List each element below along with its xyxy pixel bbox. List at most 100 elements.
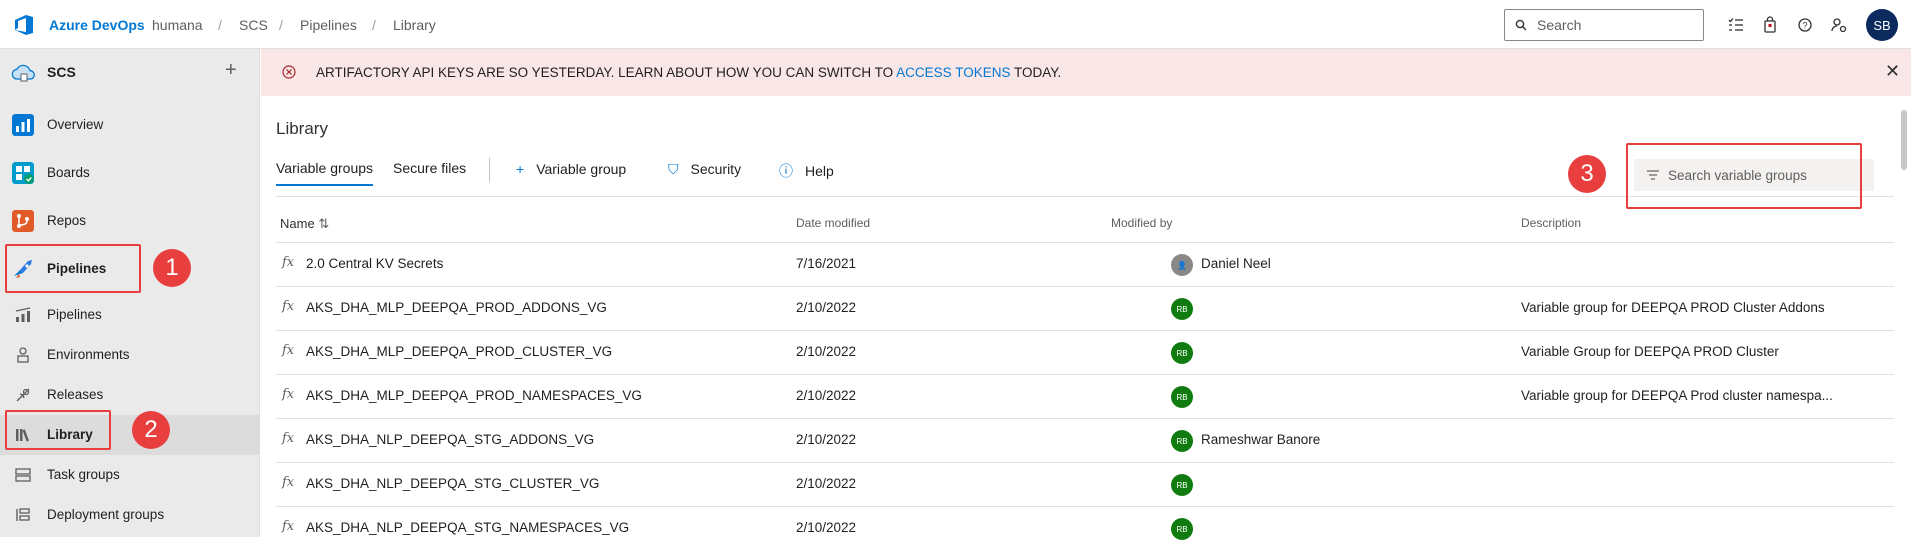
brand-link[interactable]: Azure DevOps — [49, 17, 145, 33]
search-icon — [1515, 19, 1527, 31]
breadcrumb-section[interactable]: Pipelines — [300, 17, 357, 33]
row-name[interactable]: 2.0 Central KV Secrets — [306, 256, 443, 271]
sidebar-item-label: Releases — [47, 387, 104, 402]
table-row[interactable]: fx AKS_DHA_MLP_DEEPQA_PROD_CLUSTER_VG 2/10… — [276, 330, 1894, 374]
sort-icon: ⇅ — [318, 216, 330, 231]
column-header-modified-by[interactable]: Modified by — [1111, 216, 1172, 230]
sidebar-item-label: Task groups — [47, 467, 120, 482]
help-button[interactable]: ⓘ Help — [779, 161, 834, 181]
sidebar-item-label: Deployment groups — [47, 507, 165, 522]
callout-number-2: 2 — [132, 411, 170, 449]
table-row[interactable]: fx 2.0 Central KV Secrets 7/16/2021 👤 Daniel… — [276, 242, 1894, 286]
project-name: SCS — [47, 64, 76, 80]
close-icon[interactable]: ✕ — [1885, 61, 1900, 82]
plus-icon: + — [516, 161, 525, 177]
help-label: Help — [805, 163, 834, 179]
task-list-icon[interactable] — [1726, 15, 1746, 35]
callout-box-pipelines — [5, 244, 141, 293]
sidebar-item-label: Environments — [47, 347, 130, 362]
person-avatar-icon: 👤 — [1171, 254, 1193, 276]
svg-text:?: ? — [1802, 21, 1807, 31]
callout-box-search — [1626, 143, 1862, 209]
row-date: 2/10/2022 — [796, 388, 857, 403]
announcement-banner: ARTIFACTORY API KEYS ARE SO YESTERDAY. L… — [261, 49, 1911, 96]
global-search-placeholder: Search — [1537, 17, 1582, 33]
sidebar-item-label: Overview — [47, 117, 104, 132]
table-row[interactable]: fx AKS_DHA_NLP_DEEPQA_STG_NAMESPACES_VG 2/… — [276, 506, 1894, 550]
error-circle-icon — [282, 65, 296, 79]
modified-by-avatar: RB — [1171, 430, 1193, 452]
project-header[interactable]: SCS + — [0, 49, 260, 97]
sidebar-subitem-pipelines[interactable]: Pipelines — [0, 295, 260, 335]
help-icon[interactable]: ? — [1795, 15, 1815, 35]
sidebar-item-label: Boards — [47, 165, 90, 180]
task-groups-icon — [15, 468, 31, 482]
row-name[interactable]: AKS_DHA_NLP_DEEPQA_STG_ADDONS_VG — [306, 432, 594, 447]
user-settings-icon[interactable] — [1829, 15, 1849, 35]
environments-icon — [17, 347, 29, 363]
user-avatar[interactable]: SB — [1866, 9, 1898, 41]
table-row[interactable]: fx AKS_DHA_MLP_DEEPQA_PROD_ADDONS_VG 2/10/… — [276, 286, 1894, 330]
row-date: 2/10/2022 — [796, 476, 857, 491]
variable-group-fx-icon: fx — [282, 519, 295, 534]
marketplace-bag-icon[interactable] — [1760, 15, 1780, 35]
sidebar-item-boards[interactable]: Boards — [0, 153, 260, 193]
azure-devops-logo-icon[interactable] — [12, 13, 36, 37]
sidebar-subitem-deployment-groups[interactable]: Deployment groups — [0, 495, 260, 535]
sidebar-item-overview[interactable]: Overview — [0, 105, 260, 145]
row-description: Variable group for DEEPQA PROD Cluster A… — [1521, 300, 1825, 315]
shield-icon: ⛉ — [668, 161, 679, 177]
security-button[interactable]: ⛉ Security — [668, 161, 741, 178]
sidebar-item-repos[interactable]: Repos — [0, 201, 260, 241]
table-row[interactable]: fx AKS_DHA_NLP_DEEPQA_STG_ADDONS_VG 2/10/2… — [276, 418, 1894, 462]
breadcrumb-separator: / — [279, 17, 283, 33]
column-header-name[interactable]: Name ⇅ — [280, 216, 329, 232]
row-modified-by: Daniel Neel — [1201, 256, 1271, 271]
security-label: Security — [690, 161, 742, 177]
row-name[interactable]: AKS_DHA_MLP_DEEPQA_PROD_NAMESPACES_VG — [306, 388, 642, 403]
banner-message: ARTIFACTORY API KEYS ARE SO YESTERDAY. L… — [316, 65, 1061, 80]
row-date: 2/10/2022 — [796, 344, 857, 359]
row-description: Variable group for DEEPQA Prod cluster n… — [1521, 388, 1833, 403]
add-icon[interactable]: + — [225, 59, 237, 82]
table-row[interactable]: fx AKS_DHA_NLP_DEEPQA_STG_CLUSTER_VG 2/10/… — [276, 462, 1894, 506]
variable-group-fx-icon: fx — [282, 255, 295, 270]
releases-icon — [16, 388, 30, 402]
top-bar: Azure DevOps humana / SCS / Pipelines / … — [0, 0, 1911, 49]
breadcrumb-org[interactable]: humana — [152, 17, 203, 33]
boards-icon — [12, 162, 34, 184]
tab-variable-groups[interactable]: Variable groups — [276, 160, 374, 186]
banner-text-end: TODAY. — [1010, 65, 1062, 80]
tab-secure-files[interactable]: Secure files — [393, 160, 466, 176]
row-date: 2/10/2022 — [796, 300, 857, 315]
overview-icon — [12, 114, 34, 136]
access-tokens-link[interactable]: ACCESS TOKENS — [896, 65, 1010, 80]
global-search-input[interactable]: Search — [1504, 9, 1704, 41]
row-modified-by: Rameshwar Banore — [1201, 432, 1321, 447]
variable-group-fx-icon: fx — [282, 431, 295, 446]
pipelines-sub-icon — [15, 307, 31, 322]
row-date: 2/10/2022 — [796, 520, 857, 535]
sidebar-subitem-task-groups[interactable]: Task groups — [0, 455, 260, 495]
breadcrumb-separator: / — [372, 17, 376, 33]
callout-number-1: 1 — [153, 249, 191, 287]
table-row[interactable]: fx AKS_DHA_MLP_DEEPQA_PROD_NAMESPACES_VG 2… — [276, 374, 1894, 418]
sidebar-subitem-environments[interactable]: Environments — [0, 335, 260, 375]
row-name[interactable]: AKS_DHA_MLP_DEEPQA_PROD_CLUSTER_VG — [306, 344, 612, 359]
row-name[interactable]: AKS_DHA_NLP_DEEPQA_STG_CLUSTER_VG — [306, 476, 599, 491]
row-date: 7/16/2021 — [796, 256, 857, 271]
scrollbar-thumb[interactable] — [1901, 110, 1907, 170]
sidebar-subitem-releases[interactable]: Releases — [0, 375, 260, 415]
breadcrumb-project[interactable]: SCS — [239, 17, 268, 33]
column-header-date-modified[interactable]: Date modified — [796, 216, 870, 230]
row-date: 2/10/2022 — [796, 432, 857, 447]
column-header-description[interactable]: Description — [1521, 216, 1581, 230]
callout-number-3: 3 — [1568, 155, 1606, 193]
row-name[interactable]: AKS_DHA_MLP_DEEPQA_PROD_ADDONS_VG — [306, 300, 607, 315]
row-name[interactable]: AKS_DHA_NLP_DEEPQA_STG_NAMESPACES_VG — [306, 520, 629, 535]
project-cloud-icon — [11, 64, 35, 82]
column-header-label: Name — [280, 216, 315, 231]
modified-by-avatar: RB — [1171, 474, 1193, 496]
breadcrumb-page[interactable]: Library — [393, 17, 436, 33]
add-variable-group-button[interactable]: + Variable group — [516, 161, 626, 177]
